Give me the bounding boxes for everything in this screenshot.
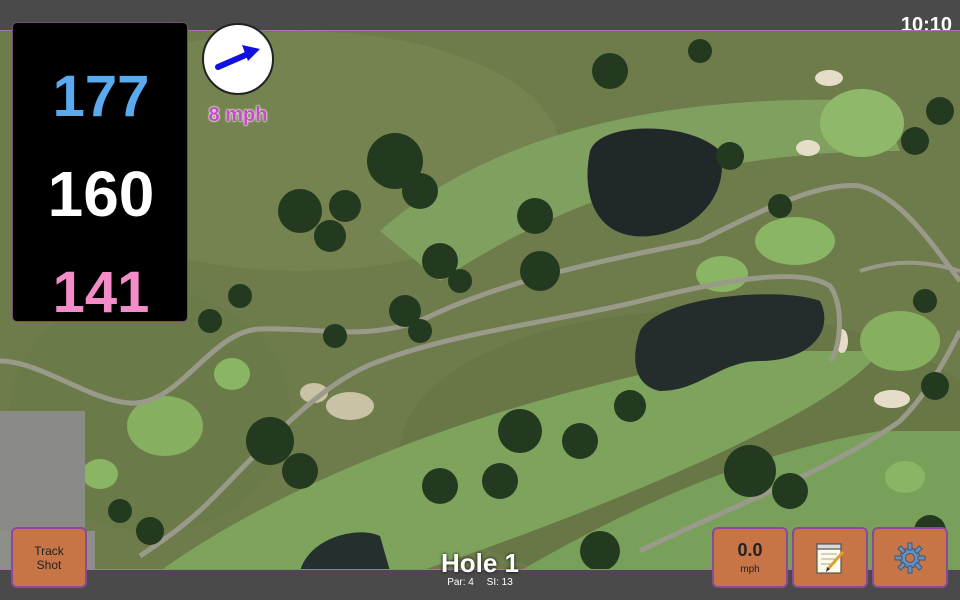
hole-title: Hole 1 — [440, 548, 520, 578]
notepad-icon — [816, 542, 845, 574]
wind-unit: mph — [740, 564, 760, 575]
wind-direction-indicator — [202, 23, 274, 95]
settings-button[interactable] — [872, 527, 948, 588]
distance-back: 177 — [52, 64, 150, 129]
wind-speed-label: 8 mph — [208, 104, 268, 126]
track-shot-label: Track Shot — [34, 543, 64, 572]
gear-icon — [894, 542, 926, 573]
arrow-northeast-icon — [215, 45, 260, 70]
track-shot-button[interactable]: Track Shot — [11, 527, 87, 588]
distance-panel: 177 160 141 — [12, 22, 188, 325]
distance-front: 141 — [52, 260, 150, 325]
wind-speed-button[interactable]: 0.0 mph — [712, 527, 788, 588]
wind-value: 0.0 — [737, 540, 763, 560]
hole-par: Par: 4 — [447, 577, 474, 588]
hole-info: Par: 4 SI: 13 — [380, 577, 580, 588]
distance-center: 160 — [47, 158, 155, 230]
notes-button[interactable] — [792, 527, 868, 588]
hole-stroke-index: SI: 13 — [486, 577, 513, 588]
